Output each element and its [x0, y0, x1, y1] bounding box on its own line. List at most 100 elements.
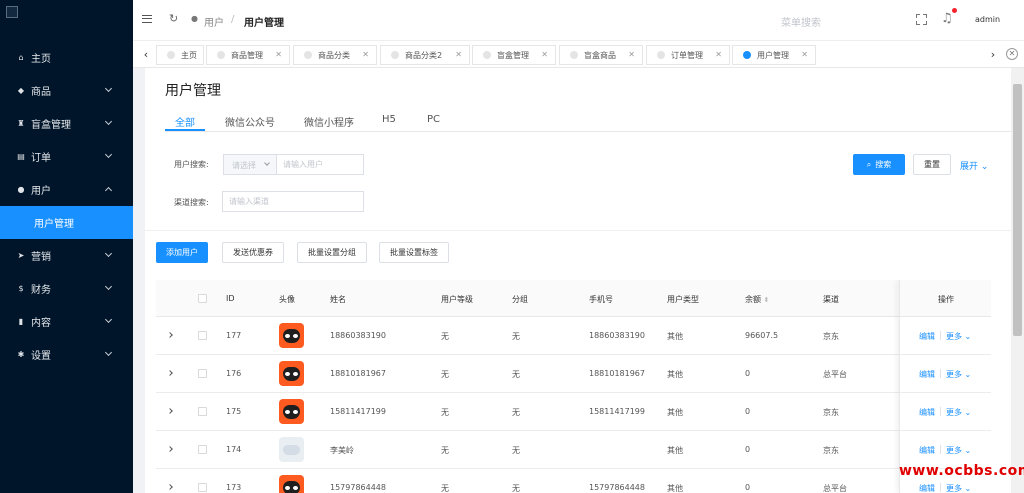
close-icon[interactable]: ✕ [541, 50, 548, 59]
tab-user-management[interactable]: 用户管理 ✕ [732, 45, 816, 65]
search-button[interactable]: ⌕ 搜索 [853, 154, 905, 175]
refresh-icon[interactable]: ↻ [169, 12, 178, 25]
user-menu[interactable]: admin [975, 15, 1000, 24]
tab-label: 用户管理 [757, 50, 789, 60]
user-search-input[interactable] [276, 154, 364, 175]
expand-row-icon[interactable] [167, 332, 173, 338]
menu-search-input[interactable]: 菜单搜索 [781, 14, 821, 29]
avatar-eye [285, 486, 290, 490]
fullscreen-icon[interactable] [916, 14, 927, 25]
book-icon: ▮ [18, 317, 24, 326]
add-user-button[interactable]: 添加用户 [156, 242, 208, 263]
logo-image[interactable] [6, 6, 18, 18]
sidebar-item-finance[interactable]: $ 财务 [0, 272, 133, 305]
edit-link[interactable]: 编辑 [919, 369, 935, 380]
chevron-down-icon: ⌄ [962, 446, 972, 455]
row-checkbox[interactable] [198, 331, 207, 340]
sidebar-item-marketing[interactable]: ➤ 营销 [0, 239, 133, 272]
column-balance[interactable]: 余额 ⬍ [745, 294, 769, 305]
close-icon[interactable]: ✕ [715, 50, 722, 59]
more-dropdown[interactable]: 更多 ⌄ [946, 331, 971, 342]
select-all-checkbox[interactable] [198, 294, 207, 303]
sidebar-item-user-management[interactable]: 用户管理 [0, 206, 133, 239]
edit-link[interactable]: 编辑 [919, 331, 935, 342]
avatar[interactable] [279, 475, 304, 493]
tab-product-category-2[interactable]: 商品分类2 ✕ [380, 45, 470, 65]
tab-home[interactable]: 主页 [156, 45, 204, 65]
cell-level: 无 [441, 332, 449, 341]
edit-link[interactable]: 编辑 [919, 483, 935, 493]
batch-group-button[interactable]: 批量设置分组 [297, 242, 367, 263]
avatar[interactable] [279, 323, 304, 348]
close-icon[interactable]: ✕ [801, 50, 808, 59]
more-label: 更多 [946, 370, 962, 379]
sidebar-item-home[interactable]: ⌂ 主页 [0, 41, 133, 74]
search-type-select[interactable]: 请选择 [223, 154, 277, 175]
sidebar-item-blindbox[interactable]: ♜ 盲盒管理 [0, 107, 133, 140]
close-icon[interactable]: ✕ [628, 50, 635, 59]
more-dropdown[interactable]: 更多 ⌄ [946, 445, 971, 456]
tab-dot [304, 51, 312, 59]
chevron-right-icon[interactable]: › [984, 41, 1002, 68]
avatar[interactable] [279, 361, 304, 386]
tab-blindbox-products[interactable]: 盲盒商品 ✕ [559, 45, 643, 65]
sidebar-item-label: 商品 [31, 87, 51, 98]
send-coupon-button[interactable]: 发送优惠券 [222, 242, 284, 263]
row-checkbox[interactable] [198, 407, 207, 416]
tab-product-management[interactable]: 商品管理 ✕ [206, 45, 290, 65]
tab-h5[interactable]: H5 [382, 114, 396, 125]
bell-icon[interactable]: ♫ [941, 11, 953, 26]
cell-id: 175 [226, 407, 242, 416]
cell-phone: 15811417199 [589, 407, 645, 416]
avatar[interactable] [279, 437, 304, 462]
breadcrumb-parent[interactable]: 用户 [204, 14, 224, 29]
more-dropdown[interactable]: 更多 ⌄ [946, 483, 971, 493]
more-dropdown[interactable]: 更多 ⌄ [946, 407, 971, 418]
tab-pc[interactable]: PC [427, 114, 440, 125]
tab-blindbox-management[interactable]: 盲盒管理 ✕ [472, 45, 556, 65]
sidebar-item-label: 盲盒管理 [31, 120, 71, 131]
tab-product-category[interactable]: 商品分类 ✕ [293, 45, 377, 65]
expand-row-icon[interactable] [167, 446, 173, 452]
expand-row-icon[interactable] [167, 370, 173, 376]
batch-tag-button[interactable]: 批量设置标签 [379, 242, 449, 263]
close-icon[interactable]: ✕ [275, 50, 282, 59]
expand-toggle[interactable]: 展开 ⌄ [960, 159, 988, 172]
avatar-eye [285, 372, 290, 376]
edit-link[interactable]: 编辑 [919, 407, 935, 418]
expand-row-icon[interactable] [167, 484, 173, 490]
more-dropdown[interactable]: 更多 ⌄ [946, 369, 971, 380]
page-scrollbar[interactable] [1011, 68, 1024, 493]
edit-link[interactable]: 编辑 [919, 445, 935, 456]
cell-name: 18860383190 [330, 331, 386, 340]
menu-toggle-icon[interactable] [142, 15, 152, 23]
divider [940, 483, 941, 492]
sidebar-item-orders[interactable]: ▤ 订单 [0, 140, 133, 173]
tab-wechat-mini[interactable]: 微信小程序 [304, 114, 354, 129]
cell-balance: 0 [745, 407, 751, 416]
channel-search-input[interactable] [222, 191, 364, 212]
row-checkbox[interactable] [198, 445, 207, 454]
expand-row-icon[interactable] [167, 408, 173, 414]
sidebar-item-products[interactable]: ◆ 商品 [0, 74, 133, 107]
sort-icon[interactable]: ⬍ [764, 296, 770, 304]
tab-all[interactable]: 全部 [175, 114, 195, 129]
tab-order-management[interactable]: 订单管理 ✕ [646, 45, 730, 65]
chevron-left-icon[interactable]: ‹ [137, 41, 155, 68]
avatar[interactable] [279, 399, 304, 424]
close-icon[interactable]: ✕ [455, 50, 462, 59]
reset-button[interactable]: 重置 [913, 154, 951, 175]
tab-wechat-official[interactable]: 微信公众号 [225, 114, 275, 129]
row-checkbox[interactable] [198, 483, 207, 492]
sidebar-item-settings[interactable]: ✱ 设置 [0, 338, 133, 371]
row-checkbox[interactable] [198, 369, 207, 378]
scrollbar-thumb[interactable] [1013, 84, 1022, 336]
sidebar-item-users[interactable]: ● 用户 [0, 173, 133, 206]
column-group: 分组 [512, 295, 528, 304]
operations-column: 操作 编辑 更多 ⌄ 编辑 更多 ⌄ 编辑 更多 ⌄ 编辑 更多 ⌄ 编辑 更多 ⌄ [899, 280, 991, 493]
chevron-down-icon [264, 160, 270, 166]
close-icon[interactable]: ✕ [362, 50, 369, 59]
close-all-icon[interactable]: ✕ [1006, 48, 1018, 60]
cell-phone: 18860383190 [589, 331, 645, 340]
sidebar-item-content[interactable]: ▮ 内容 [0, 305, 133, 338]
